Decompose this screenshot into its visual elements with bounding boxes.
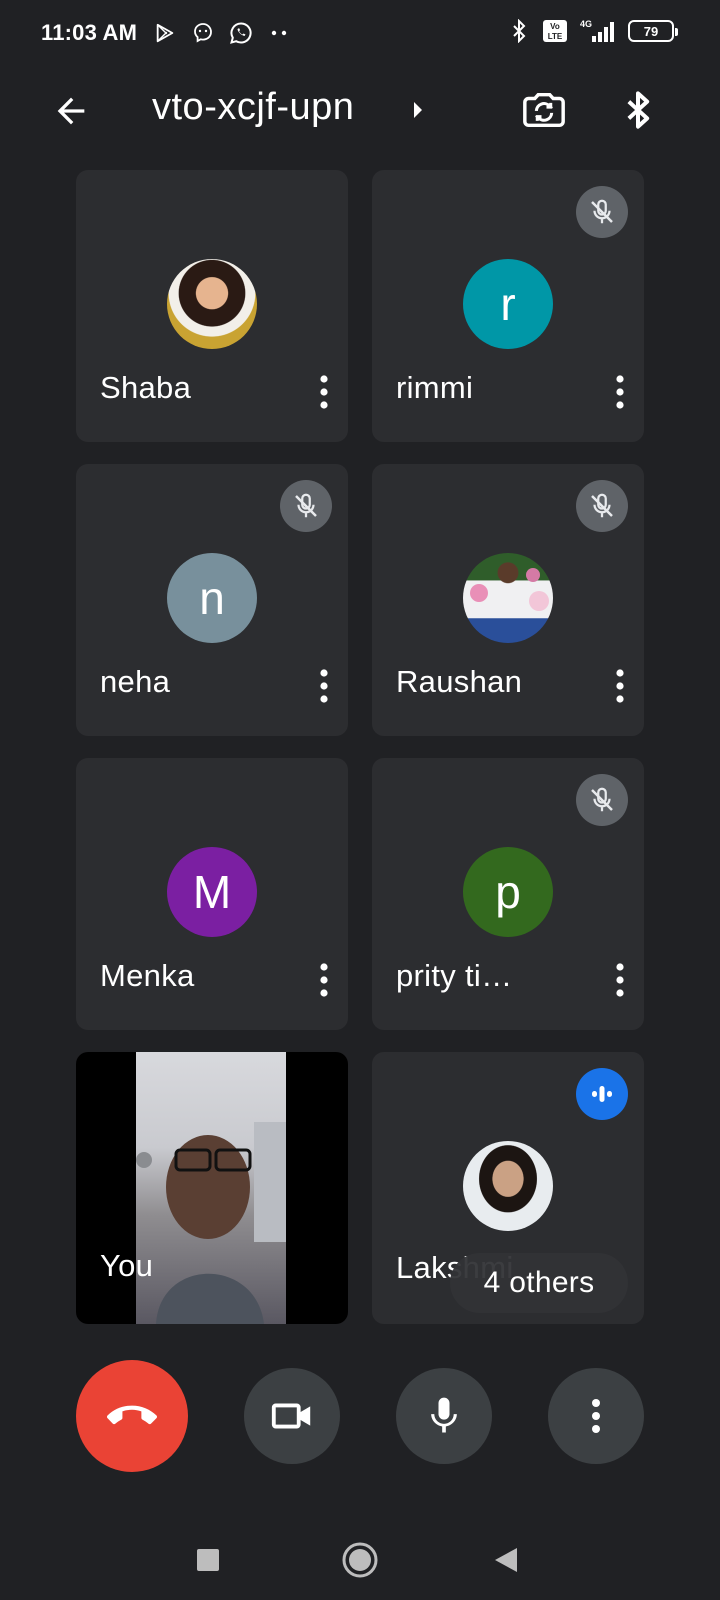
avatar: M: [167, 847, 257, 937]
participant-name: Menka: [100, 958, 195, 993]
more-vert-icon: [616, 375, 624, 409]
volte-icon: Vo LTE: [542, 18, 568, 44]
participant-more-button[interactable]: [606, 960, 634, 1000]
svg-text:4G: 4G: [580, 19, 592, 29]
caret-right-icon[interactable]: [408, 98, 428, 122]
more-vert-icon: [592, 1399, 600, 1433]
more-options-button[interactable]: [548, 1368, 644, 1464]
mic-off-icon: [295, 493, 317, 518]
switch-camera-icon: [523, 92, 565, 128]
svg-text:Vo: Vo: [550, 22, 560, 31]
avatar: p: [463, 847, 553, 937]
avatar: [463, 1141, 553, 1231]
avatar: [463, 553, 553, 643]
home-button[interactable]: [334, 1534, 386, 1586]
participant-more-button[interactable]: [310, 666, 338, 706]
participant-name: Shaba: [100, 370, 192, 405]
end-call-button[interactable]: [76, 1360, 188, 1472]
audio-output-button[interactable]: [612, 84, 664, 136]
camera-toggle-button[interactable]: [244, 1368, 340, 1464]
others-count-pill[interactable]: 4 others: [450, 1253, 628, 1313]
switch-camera-button[interactable]: [518, 84, 570, 136]
participant-more-button[interactable]: [310, 960, 338, 1000]
avatar-initial: n: [199, 572, 225, 624]
meet-call-screen: 11:03 AM Vo LTE 4G 79 vto-xcjf-upn Shaba…: [0, 0, 720, 1600]
system-nav-bar: [0, 1520, 720, 1600]
self-video-tile[interactable]: You: [76, 1052, 348, 1324]
notification-icons: [152, 20, 292, 46]
avatar-initial: p: [495, 866, 521, 918]
participant-tile[interactable]: Raushan: [372, 464, 644, 736]
back-icon: [495, 1548, 517, 1572]
participant-tile[interactable]: Shaba: [76, 170, 348, 442]
participant-tile[interactable]: M Menka: [76, 758, 348, 1030]
bluetooth-audio-icon: [627, 91, 650, 129]
more-vert-icon: [320, 669, 328, 703]
mic-icon: [431, 1397, 457, 1433]
signal-4g-icon: 4G: [578, 18, 618, 44]
participant-name: prity ti…: [396, 958, 513, 993]
participant-tile[interactable]: p prity ti…: [372, 758, 644, 1030]
avatar: n: [167, 553, 257, 643]
participant-more-button[interactable]: [310, 372, 338, 412]
camera-icon: [271, 1403, 311, 1429]
more-vert-icon: [616, 963, 624, 997]
avatar-initial: M: [192, 866, 232, 918]
whatsapp-icon: [228, 20, 254, 46]
recents-icon: [197, 1549, 219, 1571]
recents-button[interactable]: [182, 1534, 234, 1586]
audio-level-icon: [592, 1086, 612, 1102]
participant-tile[interactable]: r rimmi: [372, 170, 644, 442]
bluetooth-icon: [506, 18, 532, 44]
status-time: 11:03 AM: [41, 20, 138, 45]
avatar-initial: r: [500, 278, 516, 330]
more-vert-icon: [616, 669, 624, 703]
participant-name: You: [100, 1248, 154, 1283]
avatar: [167, 259, 257, 349]
battery-indicator: 79: [628, 20, 678, 42]
nav-back-button[interactable]: [480, 1534, 532, 1586]
more-dots-icon: [266, 20, 292, 46]
play-store-icon: [152, 20, 178, 46]
svg-text:LTE: LTE: [548, 32, 563, 41]
participant-more-button[interactable]: [606, 666, 634, 706]
status-bar: 11:03 AM Vo LTE 4G 79: [0, 0, 720, 70]
mic-off-icon: [591, 787, 613, 812]
back-arrow-icon: [57, 97, 85, 125]
system-status-icons: Vo LTE 4G 79: [506, 18, 678, 44]
mic-off-icon: [591, 199, 613, 224]
participant-tile[interactable]: n neha: [76, 464, 348, 736]
self-camera-preview: [136, 1052, 286, 1324]
home-icon: [342, 1542, 378, 1578]
participant-name: neha: [100, 664, 171, 699]
meeting-code-title[interactable]: vto-xcjf-upn: [152, 86, 354, 129]
muted-badge: [576, 186, 628, 238]
messenger-icon: [190, 20, 216, 46]
muted-badge: [280, 480, 332, 532]
end-call-icon: [107, 1405, 157, 1425]
microphone-toggle-button[interactable]: [396, 1368, 492, 1464]
mic-off-icon: [591, 493, 613, 518]
participant-more-button[interactable]: [606, 372, 634, 412]
muted-badge: [576, 480, 628, 532]
meeting-header: vto-xcjf-upn: [0, 72, 720, 148]
speaking-indicator: [576, 1068, 628, 1120]
participant-name: rimmi: [396, 370, 474, 405]
participant-name: Raushan: [396, 664, 523, 699]
more-vert-icon: [320, 963, 328, 997]
muted-badge: [576, 774, 628, 826]
more-vert-icon: [320, 375, 328, 409]
back-button[interactable]: [46, 86, 96, 136]
avatar: r: [463, 259, 553, 349]
